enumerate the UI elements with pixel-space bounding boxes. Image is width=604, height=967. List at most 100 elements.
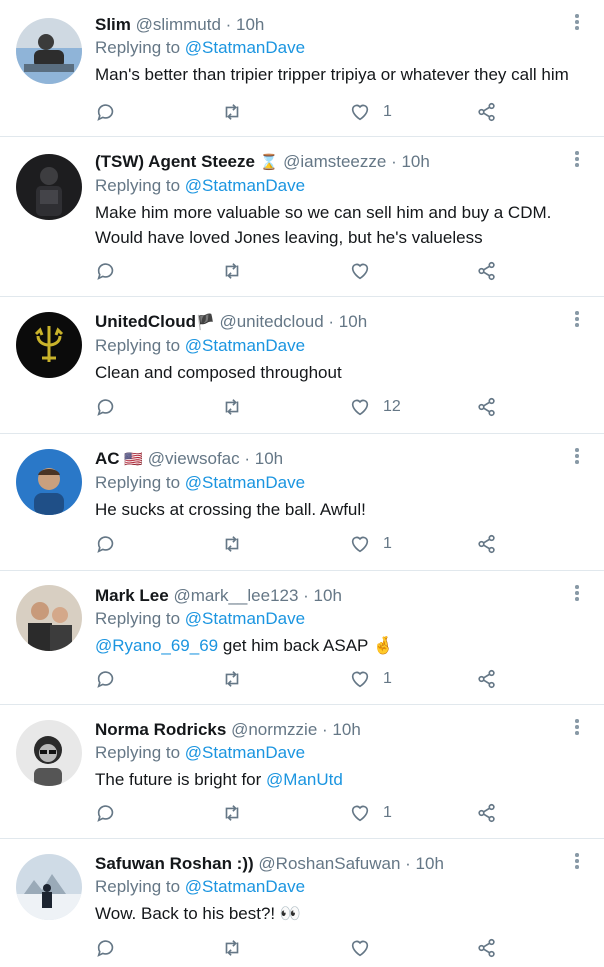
tweet-body: Mark Lee @mark__lee123 · 10h Replying to… — [95, 585, 584, 658]
tweet-text-content: get him back ASAP — [218, 636, 373, 655]
like-button[interactable]: 1 — [349, 667, 392, 691]
retweet-button[interactable] — [221, 259, 243, 283]
more-icon[interactable] — [572, 448, 582, 466]
more-icon[interactable] — [572, 14, 582, 32]
share-button[interactable] — [476, 667, 498, 691]
display-name[interactable]: AC 🇺🇸 — [95, 449, 143, 468]
timestamp[interactable]: · 10h — [328, 312, 367, 331]
tweet-actions: 1 — [95, 801, 604, 825]
user-handle[interactable]: @normzzie — [231, 720, 317, 739]
share-button[interactable] — [476, 259, 498, 283]
retweet-button[interactable] — [221, 100, 243, 124]
tweet[interactable]: Slim @slimmutd · 10h Replying to @Statma… — [0, 0, 604, 137]
tweet-body: UnitedCloud🏴 @unitedcloud · 10h Replying… — [95, 311, 584, 385]
reply-button[interactable] — [95, 532, 117, 556]
more-icon[interactable] — [572, 585, 582, 603]
user-handle[interactable]: @iamsteezze — [283, 152, 386, 171]
display-name[interactable]: UnitedCloud🏴 — [95, 312, 215, 331]
more-icon[interactable] — [572, 853, 582, 871]
display-name[interactable]: Safuwan Roshan :)) — [95, 854, 254, 873]
name-emoji: 🏴 — [196, 314, 215, 331]
timestamp[interactable]: · 10h — [405, 854, 444, 873]
display-name[interactable]: Mark Lee — [95, 586, 169, 605]
replying-label: Replying to — [95, 609, 185, 628]
share-button[interactable] — [476, 395, 498, 419]
reply-button[interactable] — [95, 100, 117, 124]
user-handle[interactable]: @unitedcloud — [219, 312, 323, 331]
reply-button[interactable] — [95, 395, 117, 419]
more-icon[interactable] — [572, 719, 582, 737]
timestamp[interactable]: · 10h — [391, 152, 430, 171]
avatar[interactable] — [16, 720, 82, 786]
like-button[interactable] — [349, 936, 383, 960]
avatar[interactable] — [16, 154, 82, 220]
tweet[interactable]: Safuwan Roshan :)) @RoshanSafuwan · 10h … — [0, 839, 604, 967]
avatar[interactable] — [16, 585, 82, 651]
replying-handle-link[interactable]: @StatmanDave — [185, 609, 305, 628]
share-button[interactable] — [476, 532, 498, 556]
replying-to: Replying to @StatmanDave — [95, 36, 584, 60]
display-name-text: (TSW) Agent Steeze — [95, 152, 255, 171]
timestamp[interactable]: · 10h — [303, 586, 342, 605]
more-icon[interactable] — [572, 311, 582, 329]
like-button[interactable]: 1 — [349, 100, 392, 124]
tweet[interactable]: AC 🇺🇸 @viewsofac · 10h Replying to @Stat… — [0, 434, 604, 571]
like-button[interactable]: 12 — [349, 395, 401, 419]
display-name[interactable]: Slim — [95, 15, 131, 34]
retweet-button[interactable] — [221, 801, 243, 825]
avatar[interactable] — [16, 18, 82, 84]
replying-handle-link[interactable]: @StatmanDave — [185, 743, 305, 762]
share-button[interactable] — [476, 936, 498, 960]
avatar[interactable] — [16, 449, 82, 515]
replying-to: Replying to @StatmanDave — [95, 607, 584, 631]
retweet-button[interactable] — [221, 395, 243, 419]
tweet[interactable]: Mark Lee @mark__lee123 · 10h Replying to… — [0, 571, 604, 705]
share-button[interactable] — [476, 100, 498, 124]
like-button[interactable]: 1 — [349, 532, 392, 556]
retweet-button[interactable] — [221, 532, 243, 556]
display-name[interactable]: (TSW) Agent Steeze ⌛ — [95, 152, 278, 171]
user-handle[interactable]: @viewsofac — [148, 449, 240, 468]
tweet[interactable]: (TSW) Agent Steeze ⌛ @iamsteezze · 10h R… — [0, 137, 604, 297]
display-name[interactable]: Norma Rodricks — [95, 720, 226, 739]
like-count: 1 — [383, 535, 392, 552]
reply-button[interactable] — [95, 667, 117, 691]
tweet-text: Man's better than tripier tripper tripiy… — [95, 65, 569, 84]
share-button[interactable] — [476, 801, 498, 825]
timestamp[interactable]: · 10h — [322, 720, 361, 739]
replying-handle-link[interactable]: @StatmanDave — [185, 38, 305, 57]
like-count: 1 — [383, 804, 392, 821]
reply-button[interactable] — [95, 936, 117, 960]
replying-handle-link[interactable]: @StatmanDave — [185, 176, 305, 195]
display-name-text: UnitedCloud — [95, 312, 197, 331]
tweet[interactable]: Norma Rodricks @normzzie · 10h Replying … — [0, 705, 604, 839]
like-count: 1 — [383, 670, 392, 687]
reply-icon — [97, 940, 114, 957]
like-button[interactable]: 1 — [349, 801, 392, 825]
reply-button[interactable] — [95, 801, 117, 825]
avatar[interactable] — [16, 854, 82, 920]
eyes-emoji: 👀 — [279, 904, 302, 923]
user-handle[interactable]: @mark__lee123 — [173, 586, 298, 605]
tweet-header: AC 🇺🇸 @viewsofac · 10h — [95, 448, 584, 471]
mention-link[interactable]: @ManUtd — [266, 770, 343, 789]
tweet[interactable]: UnitedCloud🏴 @unitedcloud · 10h Replying… — [0, 297, 604, 434]
like-button[interactable] — [349, 259, 383, 283]
reply-icon — [97, 104, 114, 121]
timestamp[interactable]: · 10h — [244, 449, 283, 468]
replying-handle-link[interactable]: @StatmanDave — [185, 336, 305, 355]
user-handle[interactable]: @RoshanSafuwan — [258, 854, 400, 873]
retweet-button[interactable] — [221, 667, 243, 691]
mention-link[interactable]: @Ryano_69_69 — [95, 636, 218, 655]
tweet-body: Slim @slimmutd · 10h Replying to @Statma… — [95, 14, 584, 87]
share-icon — [478, 803, 495, 823]
replying-handle-link[interactable]: @StatmanDave — [185, 877, 305, 896]
replying-label: Replying to — [95, 176, 185, 195]
user-handle[interactable]: @slimmutd — [136, 15, 221, 34]
timestamp[interactable]: · 10h — [226, 15, 265, 34]
retweet-button[interactable] — [221, 936, 243, 960]
reply-button[interactable] — [95, 259, 117, 283]
replying-handle-link[interactable]: @StatmanDave — [185, 473, 305, 492]
more-icon[interactable] — [572, 151, 582, 169]
avatar[interactable] — [16, 312, 82, 378]
